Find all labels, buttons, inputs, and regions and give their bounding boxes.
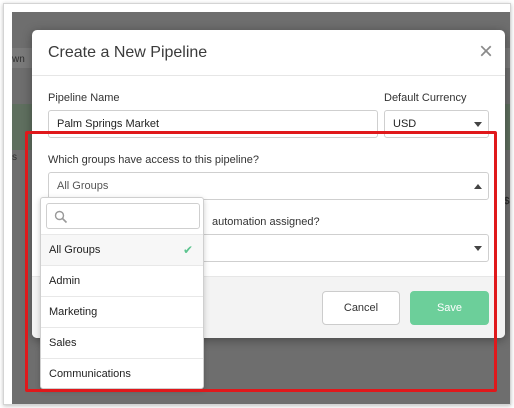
modal-title: Create a New Pipeline	[48, 44, 208, 61]
background-text-fragment: wn	[12, 54, 25, 65]
dropdown-item-sales[interactable]: Sales	[41, 327, 203, 358]
pipeline-name-label: Pipeline Name	[48, 92, 120, 104]
groups-select-value: All Groups	[57, 180, 109, 192]
dropdown-search-input[interactable]	[71, 207, 195, 225]
default-currency-label: Default Currency	[384, 92, 467, 104]
pipeline-name-value: Palm Springs Market	[57, 118, 160, 130]
dropdown-item-label: Marketing	[49, 306, 98, 318]
currency-select[interactable]: USD	[384, 110, 489, 138]
dropdown-item-label: Sales	[49, 337, 77, 349]
dropdown-item-label: All Groups	[49, 244, 101, 256]
screenshot-frame: wn s $ Create a New Pipeline × Pipeline …	[3, 3, 511, 405]
chevron-down-icon	[474, 246, 482, 251]
close-icon[interactable]: ×	[476, 40, 496, 64]
dropdown-item-admin[interactable]: Admin	[41, 265, 203, 296]
app-background: wn s $ Create a New Pipeline × Pipeline …	[12, 12, 510, 404]
chevron-up-icon	[474, 184, 482, 189]
dropdown-item-communications[interactable]: Communications	[41, 358, 203, 389]
dropdown-item-all-groups[interactable]: All Groups ✔	[41, 234, 203, 265]
background-text-fragment: s	[12, 152, 17, 163]
save-button[interactable]: Save	[410, 291, 489, 325]
search-icon	[54, 210, 68, 224]
groups-access-label: Which groups have access to this pipelin…	[48, 154, 259, 166]
groups-dropdown-menu: All Groups ✔ Admin Marketing Sales Commu…	[40, 197, 204, 389]
modal-header: Create a New Pipeline ×	[32, 30, 505, 76]
dropdown-search-field[interactable]	[46, 203, 200, 229]
currency-value: USD	[393, 118, 417, 130]
chevron-down-icon	[474, 122, 482, 127]
dropdown-item-label: Communications	[49, 368, 131, 380]
groups-select[interactable]: All Groups	[48, 172, 489, 200]
checkmark-icon: ✔	[182, 243, 193, 257]
cancel-button[interactable]: Cancel	[322, 291, 400, 325]
automation-label: automation assigned?	[212, 216, 320, 228]
dropdown-item-label: Admin	[49, 275, 81, 287]
dropdown-item-marketing[interactable]: Marketing	[41, 296, 203, 327]
pipeline-name-input[interactable]: Palm Springs Market	[48, 110, 378, 138]
